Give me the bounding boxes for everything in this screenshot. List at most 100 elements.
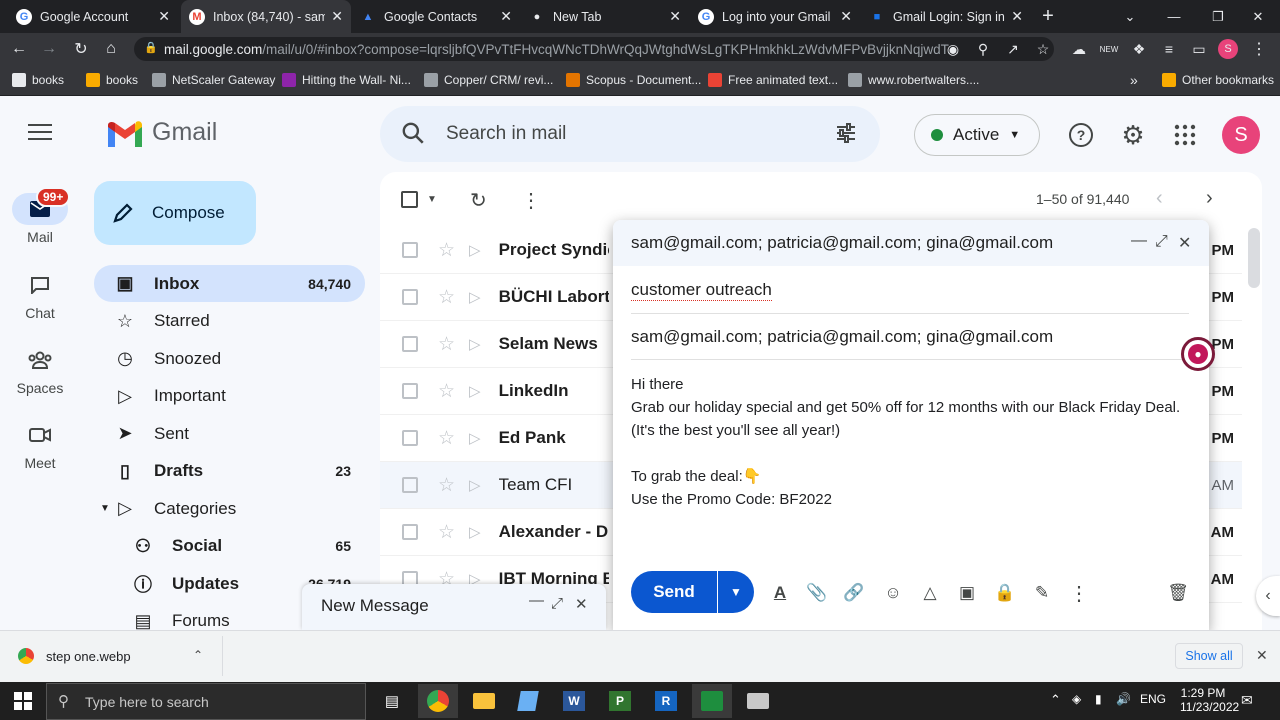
bookmark-item[interactable]: books: [86, 65, 138, 95]
extension-cloud-icon[interactable]: ☁: [1068, 38, 1090, 60]
select-dropdown-icon[interactable]: ▼: [427, 194, 437, 205]
important-marker-icon[interactable]: ▷: [469, 382, 481, 400]
bookmark-item[interactable]: NetScaler Gateway: [152, 65, 275, 95]
compose-button[interactable]: Compose: [94, 181, 256, 245]
eye-off-icon[interactable]: ◉: [942, 38, 964, 60]
chevron-up-icon[interactable]: ⌃: [193, 648, 203, 662]
star-icon[interactable]: ☆: [438, 521, 455, 544]
recipients-field[interactable]: sam@gmail.com; patricia@gmail.com; gina@…: [631, 327, 1053, 347]
nav-item-sent[interactable]: ➤ Sent: [94, 415, 365, 452]
search-icon[interactable]: [400, 120, 426, 146]
wifi-icon[interactable]: ◈: [1072, 692, 1081, 706]
bookmark-item[interactable]: Copper/ CRM/ revi...: [424, 65, 553, 95]
important-marker-icon[interactable]: ▷: [469, 241, 481, 259]
next-page-icon[interactable]: ›: [1206, 187, 1213, 210]
task-view-icon[interactable]: ▤: [372, 684, 412, 718]
project-icon[interactable]: P: [600, 684, 640, 718]
important-marker-icon[interactable]: ▷: [469, 429, 481, 447]
photo-icon[interactable]: ▣: [954, 580, 980, 606]
browser-tab[interactable]: ● New Tab ✕: [521, 0, 689, 33]
row-checkbox[interactable]: [402, 383, 418, 399]
signature-pen-icon[interactable]: ✎: [1029, 580, 1055, 606]
attach-icon[interactable]: 📎: [804, 580, 830, 606]
nav-item-inbox[interactable]: ▣ Inbox 84,740: [94, 265, 365, 302]
bookmark-item[interactable]: books: [12, 65, 64, 95]
drive-icon[interactable]: △: [917, 580, 943, 606]
important-marker-icon[interactable]: ▷: [469, 476, 481, 494]
reload-icon[interactable]: ↻: [70, 38, 92, 60]
discard-trash-icon[interactable]: 🗑: [1165, 580, 1191, 606]
row-checkbox[interactable]: [402, 430, 418, 446]
remote-app-icon[interactable]: R: [646, 684, 686, 718]
star-icon[interactable]: ☆: [438, 333, 455, 356]
excel-icon[interactable]: [692, 684, 732, 718]
extension-shield-icon[interactable]: ●: [1181, 337, 1215, 371]
bookmark-star-icon[interactable]: ☆: [1032, 38, 1054, 60]
collapse-caret-icon[interactable]: ▼: [100, 503, 110, 514]
close-compose-icon[interactable]: ✕: [1178, 233, 1191, 253]
send-button[interactable]: Send: [631, 571, 717, 613]
address-bar[interactable]: 🔒 mail.google.com/mail/u/0/#inbox?compos…: [134, 37, 1054, 61]
rail-spaces[interactable]: Spaces: [8, 344, 72, 396]
minimize-compose-icon[interactable]: —: [1131, 232, 1147, 250]
tray-chevron-up-icon[interactable]: ⌃: [1050, 692, 1061, 708]
more-options-icon[interactable]: ⋮: [521, 188, 541, 213]
account-avatar[interactable]: S: [1222, 116, 1260, 154]
select-all-checkbox[interactable]: [401, 191, 418, 208]
download-item[interactable]: step one.webp: [46, 649, 131, 664]
windows-start-icon[interactable]: [14, 692, 32, 710]
clock[interactable]: 1:29 PM 11/23/2022: [1180, 686, 1239, 714]
settings-gear-icon[interactable]: ⚙: [1118, 120, 1148, 150]
star-icon[interactable]: ☆: [438, 286, 455, 309]
word-icon[interactable]: W: [554, 684, 594, 718]
bookmark-item[interactable]: www.robertwalters....: [848, 65, 979, 95]
fullscreen-compose-icon[interactable]: ⤢: [1155, 233, 1168, 251]
file-explorer-icon[interactable]: [464, 684, 504, 718]
close-tab-icon[interactable]: ✕: [331, 8, 343, 25]
row-checkbox[interactable]: [402, 242, 418, 258]
star-icon[interactable]: ☆: [438, 380, 455, 403]
taskbar-search[interactable]: Type here to search: [46, 683, 366, 720]
minimize-icon[interactable]: —: [529, 592, 544, 609]
refresh-icon[interactable]: ↻: [470, 188, 487, 213]
menu-dots-icon[interactable]: ⋮: [1248, 38, 1270, 60]
close-tab-icon[interactable]: ✕: [500, 8, 512, 25]
language-indicator[interactable]: ENG: [1140, 692, 1166, 706]
bookmark-item[interactable]: Free animated text...: [708, 65, 838, 95]
bookmark-item[interactable]: Scopus - Document...: [566, 65, 701, 95]
minimize-icon[interactable]: —: [1152, 0, 1196, 33]
formatting-icon[interactable]: A: [767, 580, 793, 606]
message-body[interactable]: Hi there Grab our holiday special and get…: [631, 373, 1191, 511]
prev-page-icon[interactable]: ‹: [1156, 187, 1163, 210]
new-extension-icon[interactable]: NEW: [1098, 38, 1120, 60]
confidential-lock-icon[interactable]: 🔒: [992, 580, 1018, 606]
apps-grid-icon[interactable]: [1170, 120, 1200, 150]
star-icon[interactable]: ☆: [438, 239, 455, 262]
browser-tab[interactable]: ■ Gmail Login: Sign in t ✕: [861, 0, 1031, 33]
close-icon[interactable]: ✕: [575, 595, 588, 613]
mail-list-scrollbar[interactable]: [1248, 228, 1260, 288]
close-tab-icon[interactable]: ✕: [1011, 8, 1023, 25]
puzzle-icon[interactable]: ❖: [1128, 38, 1150, 60]
emoji-icon[interactable]: ☺: [880, 580, 906, 606]
zoom-icon[interactable]: ⚲: [972, 38, 994, 60]
notifications-icon[interactable]: ✉: [1241, 692, 1253, 709]
home-icon[interactable]: ⌂: [100, 38, 122, 60]
media-icon[interactable]: ≡: [1158, 38, 1180, 60]
nav-item-social[interactable]: ⚇ Social 65: [94, 528, 365, 565]
main-menu-icon[interactable]: [28, 124, 52, 144]
nav-item-snoozed[interactable]: ◷ Snoozed: [94, 340, 365, 377]
snipping-tool-icon[interactable]: [738, 684, 778, 718]
forward-icon[interactable]: →: [38, 38, 60, 60]
important-marker-icon[interactable]: ▷: [469, 523, 481, 541]
help-icon[interactable]: ?: [1066, 120, 1096, 150]
new-tab-button[interactable]: +: [1036, 0, 1060, 33]
rail-meet[interactable]: Meet: [8, 419, 72, 471]
important-marker-icon[interactable]: ▷: [469, 335, 481, 353]
bookmark-item[interactable]: Hitting the Wall- Ni...: [282, 65, 411, 95]
row-checkbox[interactable]: [402, 289, 418, 305]
star-icon[interactable]: ☆: [438, 474, 455, 497]
close-download-bar-icon[interactable]: ✕: [1256, 647, 1268, 664]
browser-tab[interactable]: ▲ Google Contacts ✕: [352, 0, 520, 33]
rail-chat[interactable]: Chat: [8, 269, 72, 321]
